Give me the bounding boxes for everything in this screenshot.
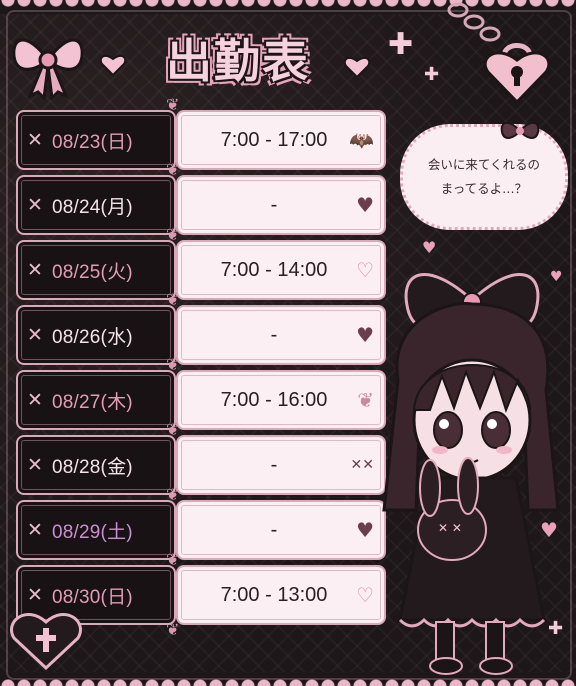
date-label: 08/28(金) (52, 456, 133, 478)
bow-icon: ❦ (166, 420, 180, 439)
time-cell: 7:00 - 16:00 ❦ (176, 370, 386, 430)
bow-icon: ❦ (166, 225, 180, 244)
time-label: 7:00 - 16:00 (220, 388, 328, 411)
time-label: - (270, 518, 278, 541)
bow-icon: ❦ (166, 160, 180, 179)
time-label: - (270, 453, 278, 476)
speech-line-1: 会いに来てくれるの (427, 157, 541, 173)
cross-mark-icon: ✕ (27, 584, 43, 606)
time-cell: - ♥ (176, 305, 386, 365)
speech-line-2: まってるよ…？ (440, 181, 528, 196)
time-label: 7:00 - 17:00 (220, 128, 328, 151)
character-illustration: ✕ ✕ (382, 273, 560, 675)
cross-mark-icon: ✕ (27, 129, 43, 151)
time-cell: 7:00 - 17:00 🦇 (176, 110, 386, 170)
cross-mark-icon: ✕ (27, 324, 43, 346)
bow-icon: ❦ (166, 485, 180, 504)
svg-text:✕ ✕: ✕ ✕ (438, 521, 462, 535)
date-label: 08/30(日) (52, 586, 133, 608)
schedule-row: ✕ 08/28(金) - ✕✕ (16, 435, 386, 495)
cross-mark-icon: ✕ (27, 259, 43, 281)
cross-mark-icon: ✕ (27, 389, 43, 411)
schedule-row: ✕ 08/29(土) - ♥ (16, 500, 386, 560)
heart-cross-icon (10, 613, 82, 671)
date-cell: ✕ 08/25(火) (16, 240, 176, 300)
date-cell: ✕ 08/29(土) (16, 500, 176, 560)
bat-icon: 🦇 (349, 128, 374, 152)
date-cell: ✕ 08/26(水) (16, 305, 176, 365)
chain-icon (447, 2, 501, 42)
bow-icon: ❦ (166, 290, 180, 309)
date-label: 08/27(木) (52, 391, 133, 413)
time-label: 7:00 - 14:00 (220, 258, 328, 281)
schedule-row: ✕ 08/24(月) - ♥ (16, 175, 386, 235)
date-cell: ✕ 08/28(金) (16, 435, 176, 495)
cross-mark-icon: ✕ (27, 454, 43, 476)
date-cell: ✕ 08/23(日) (16, 110, 176, 170)
bow-icon (500, 121, 540, 139)
time-cell: - ♥ (176, 500, 386, 560)
bow-icon: ❦ (166, 620, 180, 639)
heart-icon: ♥ (356, 193, 374, 217)
bow-icon: ❦ (166, 550, 180, 569)
time-label: - (270, 193, 278, 216)
date-label: 08/23(日) (52, 131, 133, 153)
schedule-row: ✕ 08/25(火) 7:00 - 14:00 ♡ (16, 240, 386, 300)
bow-icon: ❦ (166, 355, 180, 374)
time-cell: - ✕✕ (176, 435, 386, 495)
bow-icon (12, 38, 84, 100)
time-cell: 7:00 - 13:00 ♡ (176, 565, 386, 625)
cross-icon: ✚ (424, 64, 440, 85)
heart-icon: ♥ (422, 238, 437, 257)
date-label: 08/29(土) (52, 521, 133, 543)
time-label: 7:00 - 13:00 (220, 583, 328, 606)
heart-icon (100, 54, 126, 76)
cross-mark-icon: ✕ (27, 194, 43, 216)
date-cell: ✕ 08/27(木) (16, 370, 176, 430)
schedule-row: ✕ 08/27(木) 7:00 - 16:00 ❦ (16, 370, 386, 430)
time-label: - (270, 323, 278, 346)
time-cell: - ♥ (176, 175, 386, 235)
time-cell: 7:00 - 14:00 ♡ (176, 240, 386, 300)
page-title: 出勤表 (166, 34, 310, 88)
cross-icon: ✚ (388, 27, 414, 62)
schedule-board: 出勤表 ✚ ✚ ✚ 会いに来てくれるの まってるよ…？ ♥ ♥ ♥ ✕ 08/2… (0, 0, 576, 686)
schedule-row: ✕ 08/26(水) - ♥ (16, 305, 386, 365)
date-label: 08/24(月) (52, 196, 133, 218)
date-label: 08/25(火) (52, 261, 133, 283)
speech-bubble: 会いに来てくれるの まってるよ…？ (400, 124, 568, 230)
schedule-row: ✕ 08/23(日) 7:00 - 17:00 🦇 (16, 110, 386, 170)
date-cell: ✕ 08/24(月) (16, 175, 176, 235)
cross-mark-icon: ✕ (27, 519, 43, 541)
date-label: 08/26(水) (52, 326, 133, 348)
bow-icon: ❦ (166, 95, 180, 114)
